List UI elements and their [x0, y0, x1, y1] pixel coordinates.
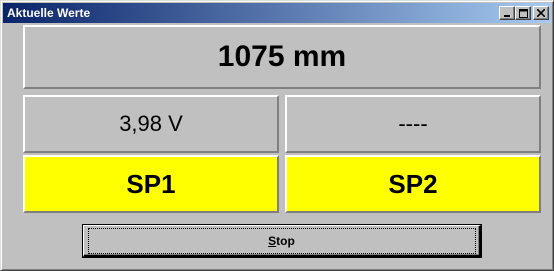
- distance-display: 1075 mm: [23, 25, 541, 89]
- second-value: ----: [398, 111, 428, 136]
- voltage-display: 3,98 V: [23, 95, 279, 153]
- stop-button-focus: Stop: [87, 227, 476, 254]
- title-bar-buttons: [499, 6, 549, 20]
- setpoint-sp1: SP1: [23, 155, 279, 213]
- sp1-label: SP1: [126, 168, 176, 199]
- minimize-icon[interactable]: [499, 6, 515, 20]
- maximize-icon[interactable]: [515, 6, 531, 20]
- second-display: ----: [285, 95, 541, 153]
- distance-value: 1075 mm: [217, 40, 347, 73]
- stop-label-rest: top: [276, 233, 295, 248]
- stop-mnemonic: S: [268, 233, 277, 248]
- title-bar[interactable]: Aktuelle Werte: [3, 3, 551, 23]
- sp2-label: SP2: [388, 168, 438, 199]
- setpoint-sp2: SP2: [285, 155, 541, 213]
- window-title: Aktuelle Werte: [7, 6, 91, 20]
- close-icon[interactable]: [533, 6, 549, 20]
- window-aktuelle-werte: Aktuelle Werte 1075 mm 3,98 V ---- SP1 S…: [0, 0, 554, 271]
- stop-button[interactable]: Stop: [83, 225, 481, 257]
- voltage-value: 3,98 V: [119, 111, 183, 136]
